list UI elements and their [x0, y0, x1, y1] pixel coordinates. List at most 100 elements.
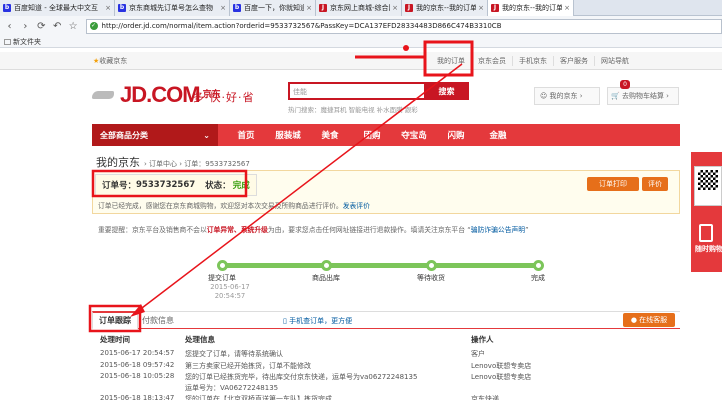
order-number: 9533732567	[136, 180, 196, 190]
top-nav-item[interactable]: 网站导航	[595, 56, 635, 66]
site-icon: ✓	[89, 22, 98, 30]
progress-step-dot	[426, 260, 437, 271]
browser-tab[interactable]: J 我的京东--我的订单 ×	[402, 0, 488, 16]
browser-tab[interactable]: J京东网上商城-综合网购首×	[316, 0, 402, 16]
chevron-icon: ›	[663, 92, 669, 100]
browser-tab-label: 我的京东--我的订单	[416, 4, 477, 12]
progress-step-date: 2015-06-17	[210, 283, 250, 291]
jd-favicon-icon: J	[405, 4, 413, 12]
order-status: 完成	[232, 181, 250, 191]
progress-step-label: 完成	[531, 274, 545, 282]
nav-item[interactable]: 美食	[310, 129, 350, 141]
review-link[interactable]: 发表评价	[343, 202, 370, 210]
progress-step-label: 提交订单	[208, 274, 236, 282]
browser-tab-label: 我的京东--我的订单	[502, 4, 563, 12]
nav-item[interactable]: 首页	[226, 129, 266, 141]
reload-icon[interactable]: ⟳	[35, 19, 48, 33]
cart-icon: 🛒	[611, 92, 622, 100]
table-cell-op: Lenovo联想专卖店	[471, 362, 532, 370]
nav-item[interactable]: 团购	[352, 129, 392, 141]
user-icon: ☺	[540, 92, 550, 100]
close-icon[interactable]: ×	[105, 4, 111, 12]
browser-tab-label: 京东网上商城-综合网购首	[330, 4, 390, 12]
folder-icon	[4, 38, 11, 45]
cart-count: 0	[620, 80, 630, 89]
side-ad[interactable]: 随时购物	[691, 152, 722, 272]
browser-tab-label: 百度一下，你就知道	[244, 4, 305, 12]
browser-tab-label: 京东商城先订单号怎么查物	[129, 4, 213, 12]
baidu-favicon-icon: b	[233, 4, 241, 12]
slogan: 多·快·好·省	[193, 91, 255, 104]
tab-order-tracking[interactable]: 订单跟踪	[92, 311, 138, 330]
progress-step-dot	[217, 260, 228, 271]
close-icon[interactable]: ×	[392, 4, 398, 12]
jd-topbar: ★收藏京东 我的订单 京东会员 手机京东 客户服务 网站导航	[0, 52, 722, 70]
table-cell-time: 2015-06-18 09:57:42	[100, 361, 175, 369]
progress-step-label: 等待收货	[417, 274, 445, 282]
phone-icon	[699, 224, 713, 242]
order-note: 订单已经完成，感谢您在京东商城购物，欢迎您对本次交易及所购商品进行评价。发表评价	[98, 202, 370, 210]
table-cell-time: 2015-06-18 10:05:28	[100, 372, 175, 380]
browser-tab[interactable]: b 京东商城先订单号怎么查物 ×	[115, 0, 230, 16]
progress-bar	[222, 263, 540, 268]
search-button[interactable]: 搜索	[424, 82, 469, 100]
close-icon[interactable]: ×	[478, 4, 484, 12]
mobile-order-link[interactable]: ▯ 手机查订单，更方便	[283, 316, 352, 326]
nav-items: 首页 服装城 美食 团购 夺宝岛 闪购 金融	[226, 129, 520, 141]
baidu-favicon-icon: b	[118, 4, 126, 12]
browser-tab[interactable]: J 我的京东--我的订单 ×	[488, 0, 574, 16]
star-icon[interactable]: ☆	[67, 19, 80, 33]
print-order-button[interactable]: 订单打印	[587, 177, 639, 191]
address-bar[interactable]: ✓ http://order.jd.com/normal/item.action…	[85, 18, 722, 34]
nav-item[interactable]: 夺宝岛	[394, 129, 434, 141]
tracking-header	[92, 311, 680, 329]
browser-tab[interactable]: b 百度一下，你就知道 ×	[230, 0, 316, 16]
browser-tab[interactable]: b 百度知道 - 全球最大中文互 ×	[0, 0, 115, 16]
nav-item[interactable]: 闪购	[436, 129, 476, 141]
favorite-jd-link[interactable]: ★收藏京东	[93, 56, 127, 66]
rate-button[interactable]: 评价	[642, 177, 668, 191]
browser-tab-label: 百度知道 - 全球最大中文互	[14, 4, 98, 12]
close-icon[interactable]: ×	[306, 4, 312, 12]
top-nav-item[interactable]: 手机京东	[513, 56, 554, 66]
progress-step-label: 商品出库	[312, 274, 340, 282]
fraud-notice-link[interactable]: 骗防诈骗公告声明	[471, 226, 525, 234]
top-nav-item[interactable]: 我的订单	[431, 56, 472, 66]
progress-step-dot	[533, 260, 544, 271]
nav-item[interactable]: 金融	[478, 129, 518, 141]
online-service-button[interactable]: ● 在线客服	[623, 313, 675, 327]
table-header: 处理时间	[100, 335, 130, 344]
myjd-button[interactable]: ☺ 我的京东 ›	[534, 87, 600, 105]
jd-dog-icon	[92, 87, 118, 103]
table-cell-info: 您提交了订单，请等待系统确认	[185, 350, 283, 358]
forward-icon[interactable]: ›	[19, 19, 32, 33]
table-cell-op: Lenovo联想专卖店	[471, 373, 532, 381]
tab-payment-info[interactable]: 付款信息	[142, 315, 174, 326]
all-categories[interactable]: 全部商品分类 ⌄	[92, 124, 218, 146]
restore-icon[interactable]: ↶	[51, 19, 64, 33]
bookmark-bar: 新文件夹	[0, 36, 722, 48]
chat-icon: ●	[630, 316, 640, 324]
table-cell-info: 您的订单在【北京双桥直送第一车队】拣货完成	[185, 395, 332, 400]
browser-toolbar: ‹ › ⟳ ↶ ☆ ✓ http://order.jd.com/normal/i…	[0, 16, 722, 36]
back-icon[interactable]: ‹	[3, 19, 16, 33]
top-nav-item[interactable]: 客户服务	[554, 56, 595, 66]
cart-button[interactable]: 0 🛒 去购物车结算 ›	[607, 80, 679, 105]
order-number-box: 订单号： 9533732567 状态： 完成	[95, 174, 257, 196]
progress-step-dot	[321, 260, 332, 271]
side-ad-label: 随时购物	[695, 245, 722, 253]
chevron-icon: ›	[577, 92, 583, 100]
jd-favicon-icon: J	[491, 4, 499, 12]
breadcrumb-title[interactable]: 我的京东	[96, 154, 140, 170]
nav-item[interactable]: 服装城	[268, 129, 308, 141]
close-icon[interactable]: ×	[564, 4, 570, 12]
close-icon[interactable]: ×	[220, 4, 226, 12]
bookmark-folder[interactable]: 新文件夹	[13, 37, 41, 47]
top-nav-item[interactable]: 京东会员	[472, 56, 513, 66]
table-cell-info: 运单号为：VA06272248135	[185, 384, 279, 392]
main-nav: 全部商品分类 ⌄ 首页 服装城 美食 团购 夺宝岛 闪购 金融	[92, 124, 680, 146]
table-cell-op: 京东快递	[471, 395, 499, 400]
search-input[interactable]: 佳能	[288, 82, 424, 100]
chevron-down-icon: ⌄	[203, 130, 210, 140]
address-text: http://order.jd.com/normal/item.action?o…	[101, 22, 502, 30]
